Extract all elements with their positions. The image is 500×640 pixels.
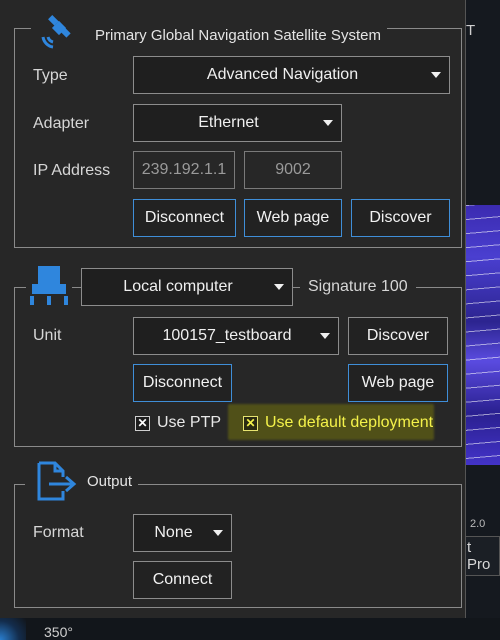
unit-label: Unit xyxy=(33,327,62,344)
signature-label: Signature 100 xyxy=(300,278,416,296)
type-select-value: Advanced Navigation xyxy=(206,66,359,83)
adapter-select[interactable]: Ethernet xyxy=(133,104,342,142)
adapter-select-value: Ethernet xyxy=(198,114,259,131)
output-legend: Output xyxy=(25,459,139,503)
gnss-disconnect-button[interactable]: Disconnect xyxy=(133,199,236,237)
output-connect-button[interactable]: Connect xyxy=(133,561,232,599)
output-group: Output xyxy=(14,459,462,608)
background-partial-number: 2.0 xyxy=(470,518,486,530)
unit-disconnect-button[interactable]: Disconnect xyxy=(133,364,232,402)
chevron-down-icon xyxy=(274,284,284,290)
unit-select-value: 100157_testboard xyxy=(162,327,292,344)
gnss-discover-button[interactable]: Discover xyxy=(351,199,450,237)
unit-source-select-value: Local computer xyxy=(123,278,233,295)
gnss-webpage-button[interactable]: Web page xyxy=(244,199,342,237)
unit-discover-button[interactable]: Discover xyxy=(348,317,448,355)
settings-panel: Primary Global Navigation Satellite Syst… xyxy=(0,0,466,618)
use-ptp-label: Use PTP xyxy=(157,414,222,431)
chevron-down-icon xyxy=(213,530,223,536)
background-partial-text: T xyxy=(466,22,476,39)
use-default-deployment-label: Use default deployment xyxy=(265,414,434,431)
background-bottom-bar xyxy=(0,618,500,640)
checkmark-x-icon: ✕ xyxy=(243,415,258,431)
chevron-down-icon xyxy=(320,333,330,339)
background-canvas xyxy=(466,205,500,465)
unit-select[interactable]: 100157_testboard xyxy=(133,317,339,355)
checkmark-x-icon: ✕ xyxy=(135,415,150,431)
format-select[interactable]: None xyxy=(133,514,232,552)
ip-address-label: IP Address xyxy=(33,162,111,179)
chevron-down-icon xyxy=(323,120,333,126)
type-label: Type xyxy=(33,67,68,84)
format-label: Format xyxy=(33,524,84,541)
use-default-deployment-checkbox[interactable]: ✕ Use default deployment xyxy=(243,414,433,432)
format-select-value: None xyxy=(154,524,193,541)
background-partial-button[interactable]: t Pro xyxy=(462,536,500,576)
ip-address-field[interactable]: 239.192.1.1 xyxy=(133,151,235,189)
satellite-icon xyxy=(37,13,77,53)
chevron-down-icon xyxy=(431,72,441,78)
use-ptp-checkbox[interactable]: ✕ Use PTP xyxy=(135,414,221,432)
unit-webpage-button[interactable]: Web page xyxy=(348,364,448,402)
gnss-legend: Primary Global Navigation Satellite Syst… xyxy=(31,15,387,53)
output-title: Output xyxy=(87,472,133,490)
adapter-label: Adapter xyxy=(33,115,90,132)
background-degree-label: 350° xyxy=(44,624,73,640)
sensor-unit-icon xyxy=(26,264,72,308)
file-export-icon xyxy=(31,459,77,503)
type-select[interactable]: Advanced Navigation xyxy=(133,56,450,94)
unit-source-select[interactable]: Local computer xyxy=(81,268,293,306)
port-field[interactable]: 9002 xyxy=(244,151,342,189)
gnss-title: Primary Global Navigation Satellite Syst… xyxy=(95,26,381,44)
